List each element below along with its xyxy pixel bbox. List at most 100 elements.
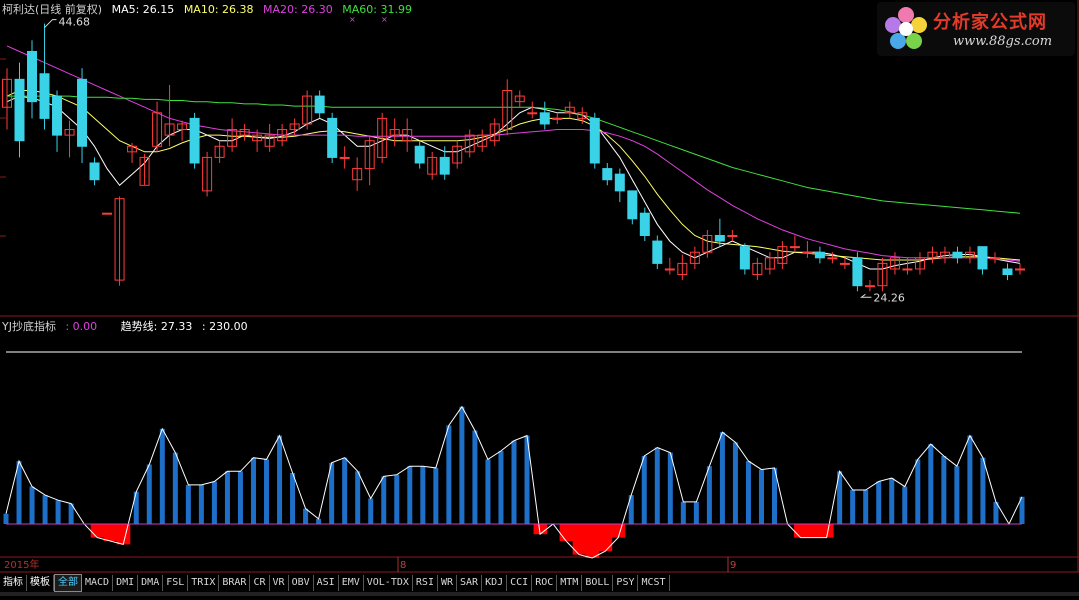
- candle-body: [27, 50, 38, 103]
- candle-body: [789, 246, 800, 249]
- candle-body: [189, 117, 200, 164]
- candle-body: [414, 145, 425, 164]
- toolbar-tab-psy[interactable]: PSY: [613, 575, 639, 591]
- indicator-bar: [967, 435, 973, 524]
- indicator-bar: [667, 452, 673, 524]
- candle-body: [1002, 268, 1013, 276]
- candle-body: [727, 235, 738, 237]
- toolbar-tab-obv[interactable]: OBV: [289, 575, 314, 591]
- indicator-bar: [146, 464, 152, 524]
- indicator-bar: [732, 442, 738, 524]
- indicator-bar: [303, 508, 309, 524]
- indicator-bar: [211, 481, 217, 524]
- toolbar-tab-rsi[interactable]: RSI: [413, 575, 438, 591]
- indicator-name: YJ抄底指标: [2, 320, 56, 333]
- indicator-bar: [680, 501, 686, 524]
- indicator-bar: [719, 432, 725, 524]
- flower-logo-icon: [885, 7, 927, 49]
- toolbar-tab-vol-tdx[interactable]: VOL-TDX: [364, 575, 413, 591]
- indicator-bar: [237, 471, 243, 524]
- indicator-bar: [316, 518, 322, 524]
- low-marker: [859, 293, 872, 298]
- candle-body: [77, 78, 88, 147]
- toolbar-tab-全部[interactable]: 全部: [54, 574, 82, 592]
- indicator-bar: [654, 447, 660, 524]
- low-price-label: 24.26: [873, 291, 905, 304]
- indicator-bar: [16, 461, 22, 524]
- indicator-bar: [585, 524, 600, 558]
- indicator-bar: [807, 524, 821, 538]
- chart-canvas[interactable]: 44.6824.262015年 8 9× ×: [0, 0, 1079, 596]
- stock-chart-window: 44.68 24.26 2015年 8 9 × × 柯利达(日线 前复权) MA5: 26.…: [0, 0, 1079, 596]
- indicator-bar: [693, 501, 699, 524]
- horizontal-scrollbar[interactable]: [0, 592, 1079, 596]
- year-label: 2015年: [4, 558, 39, 571]
- candle-body: [802, 251, 813, 254]
- toolbar-tab-asi[interactable]: ASI: [314, 575, 339, 591]
- ma10-legend: MA10: 26.38: [183, 3, 254, 16]
- ma60-legend: MA60: 31.99: [342, 3, 412, 16]
- candle-body: [852, 257, 863, 287]
- candle-body: [552, 117, 563, 120]
- main-chart-legend: 柯利达(日线 前复权) MA5: 26.15 MA10: 26.38 MA20:…: [2, 1, 418, 17]
- indicator-bar: [264, 459, 270, 524]
- toolbar-tab-cr[interactable]: CR: [250, 575, 270, 591]
- indicator-bar: [915, 459, 921, 524]
- candle-body: [439, 156, 450, 175]
- toolbar-tab-指标[interactable]: 指标: [0, 575, 27, 591]
- indicator-bar: [90, 524, 105, 538]
- toolbar-tab-mtm[interactable]: MTM: [557, 575, 583, 591]
- toolbar-tab-brar[interactable]: BRAR: [219, 575, 251, 591]
- indicator-bar: [559, 524, 574, 541]
- indicator-bar: [511, 440, 517, 524]
- candle-body: [827, 257, 838, 260]
- candle-body: [339, 156, 350, 159]
- indicator-bar: [103, 524, 118, 541]
- indicator-bar: [368, 498, 374, 524]
- month-label: 8: [400, 560, 406, 571]
- candle-body: [864, 285, 875, 288]
- indicator-bar: [433, 467, 439, 524]
- indicator-bar: [198, 484, 204, 524]
- candle-body: [989, 257, 1000, 260]
- indicator-bar: [485, 459, 491, 524]
- candle-body: [739, 246, 750, 270]
- toolbar-tab-cci[interactable]: CCI: [507, 575, 533, 591]
- indicator-bar: [745, 461, 751, 524]
- toolbar-tab-fsl[interactable]: FSL: [163, 575, 189, 591]
- toolbar-tab-dmi[interactable]: DMI: [113, 575, 139, 591]
- candle-body: [89, 162, 100, 181]
- indicator-bar: [342, 457, 348, 524]
- candle-body: [327, 117, 338, 158]
- toolbar-tab-mcst[interactable]: MCST: [638, 575, 670, 591]
- toolbar-tab-boll[interactable]: BOLL: [582, 575, 614, 591]
- toolbar-tab-macd[interactable]: MACD: [82, 575, 114, 591]
- toolbar-tab-kdj[interactable]: KDJ: [482, 575, 508, 591]
- indicator-bar: [29, 486, 35, 524]
- indicator-bar: [290, 473, 296, 524]
- indicator-bar: [394, 474, 400, 524]
- indicator-bar: [863, 490, 869, 524]
- ma-line-ma10: [6, 90, 1021, 261]
- toolbar-tab-wr[interactable]: WR: [438, 575, 458, 591]
- indicator-bar: [472, 430, 478, 524]
- indicator-bar: [794, 524, 808, 538]
- toolbar-tab-dma[interactable]: DMA: [138, 575, 164, 591]
- toolbar-tab-roc[interactable]: ROC: [532, 575, 558, 591]
- indicator-bar: [381, 476, 387, 524]
- high-price-label: 44.68: [59, 16, 91, 29]
- indicator-bar: [172, 452, 178, 524]
- toolbar-tab-emv[interactable]: EMV: [339, 575, 364, 591]
- indicator-bar: [224, 471, 230, 524]
- indicator-legend: YJ抄底指标 : 0.00 趋势线: 27.33 : 230.00: [2, 318, 254, 334]
- toolbar-tab-trix[interactable]: TRIX: [188, 575, 220, 591]
- site-logo: 分析家公式网 www.88gs.com: [877, 2, 1075, 56]
- indicator-value: : 0.00: [65, 320, 98, 333]
- candle-body: [839, 262, 850, 265]
- toolbar-tab-模板[interactable]: 模板: [27, 575, 54, 591]
- indicator-bar: [758, 469, 764, 524]
- toolbar-tab-vr[interactable]: VR: [270, 575, 289, 591]
- candle-body: [52, 95, 63, 136]
- toolbar-tab-sar[interactable]: SAR: [457, 575, 483, 591]
- indicator-bar: [3, 513, 9, 524]
